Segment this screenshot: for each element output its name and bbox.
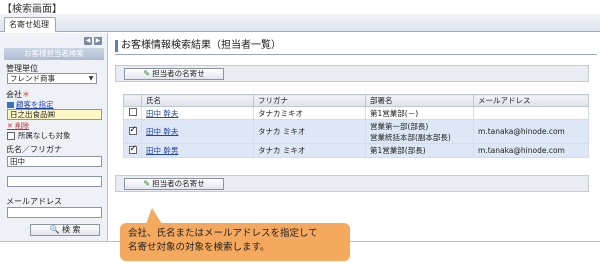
mgmt-unit-value: フレンド商事 <box>10 74 55 83</box>
search-icon: 🔍 <box>49 225 62 234</box>
sidebar-controls: ◀ ▶ <box>84 37 102 45</box>
row-name-cell: 田中 幹夫 <box>141 106 254 120</box>
row-email <box>473 106 589 120</box>
chevron-down-icon: ▼ <box>88 75 94 82</box>
row-checkbox-cell <box>123 119 142 144</box>
row-kana: タナカミキオ <box>253 106 366 120</box>
table-row: 田中 幹男 タナカ ミキオ 第1営業部(部長) m.tanaka@hinode.… <box>123 143 589 158</box>
row-name-link[interactable]: 田中 幹男 <box>146 146 178 155</box>
row-name-link[interactable]: 田中 幹夫 <box>146 127 178 136</box>
collapse-left-icon[interactable]: ◀ <box>84 37 92 45</box>
assign-merge-label-bottom: 担当者の名寄せ <box>152 179 205 188</box>
row-name-cell: 田中 幹男 <box>141 143 254 158</box>
row-kana: タナカ ミキオ <box>253 143 366 158</box>
row-dept: 第1営業部(－) <box>365 106 474 120</box>
assign-merge-button-top[interactable]: ✎ 担当者の名寄せ <box>124 68 224 80</box>
no-affiliation-label: 所属なしも対象 <box>18 131 71 140</box>
page-caption: 【検索画面】 <box>2 4 62 15</box>
header-name: 氏名 <box>141 94 254 107</box>
bottom-action-bar: ✎ 担当者の名寄せ <box>115 175 589 192</box>
row-dept-secondary: 営業統括本部(副本部長) <box>370 132 451 142</box>
table-row: 田中 幹夫 タナカ ミキオ 営業第一部(部長) 営業統括本部(副本部長) m.t… <box>123 119 589 144</box>
annotation-callout: 会社、氏名またはメールアドレスを指定して 名寄せ対象の対象を検索します。 <box>120 223 350 261</box>
search-sidebar: ◀ ▶ お客様担当者検索 管理単位 フレンド商事 ▼ 会社＊ 顧客を指定 日之出… <box>0 33 108 241</box>
main-panel: お客様情報検索結果（担当者一覧） ✎ 担当者の名寄せ 氏名 フリガナ 部署名 メー… <box>113 33 598 241</box>
pencil-icon: ✎ <box>143 69 151 78</box>
table-row: 田中 幹夫 タナカミキオ 第1営業部(－) <box>123 106 589 120</box>
search-button[interactable]: 🔍 検 索 <box>30 224 100 236</box>
tab-merge-processing[interactable]: 名寄せ処理 <box>4 17 56 32</box>
name-field[interactable]: 田中 <box>7 156 102 167</box>
callout-line-2: 名寄せ対象の対象を検索します。 <box>128 242 270 253</box>
header-checkbox-col <box>123 94 142 107</box>
email-label: メールアドレス <box>6 197 62 206</box>
delete-link-text: 削除 <box>15 122 30 130</box>
row-dept: 営業第一部(部長) <box>370 121 429 131</box>
results-table: 氏名 フリガナ 部署名 メールアドレス 田中 幹夫 タナカミキオ 第1営業部(－… <box>123 94 589 158</box>
expand-right-icon[interactable]: ▶ <box>94 37 102 45</box>
header-email: メールアドレス <box>473 94 589 107</box>
row-email: m.tanaka@hinode.com <box>473 119 589 144</box>
search-button-label: 検 索 <box>61 225 81 234</box>
name-label: 氏名／フリガナ <box>6 145 62 154</box>
row-dept-cell: 営業第一部(部長) 営業統括本部(副本部長) <box>365 119 474 144</box>
assign-merge-label-top: 担当者の名寄せ <box>152 69 205 78</box>
top-action-bar: ✎ 担当者の名寄せ <box>115 65 589 82</box>
customer-icon <box>7 102 14 108</box>
row-checkbox-cell <box>123 143 142 158</box>
email-field[interactable] <box>7 207 102 218</box>
tab-bar: 名寄せ処理 <box>0 14 600 32</box>
no-affiliation-checkbox-wrap[interactable]: 所属なしも対象 <box>7 130 71 141</box>
pencil-icon: ✎ <box>143 179 151 188</box>
row-checkbox-cell <box>123 106 142 120</box>
page-title: お客様情報検索結果（担当者一覧） <box>115 39 597 55</box>
table-header-row: 氏名 フリガナ 部署名 メールアドレス <box>123 94 589 107</box>
row-dept: 第1営業部(部長) <box>365 143 474 158</box>
delete-icon: ✕ <box>7 122 16 130</box>
row-name-cell: 田中 幹夫 <box>141 119 254 144</box>
row-kana: タナカ ミキオ <box>253 119 366 144</box>
row-name-link[interactable]: 田中 幹夫 <box>146 109 178 118</box>
name-kana-field[interactable] <box>7 176 102 187</box>
sidebar-title: お客様担当者検索 <box>4 48 104 60</box>
mgmt-unit-select[interactable]: フレンド商事 ▼ <box>7 73 97 84</box>
required-mark: ＊ <box>22 90 30 99</box>
row-checkbox[interactable] <box>128 125 137 135</box>
row-checkbox[interactable] <box>128 144 137 154</box>
company-label: 会社 <box>6 90 22 99</box>
header-dept: 部署名 <box>365 94 474 107</box>
row-email: m.tanaka@hinode.com <box>473 143 589 158</box>
callout-line-1: 会社、氏名またはメールアドレスを指定して <box>128 228 318 239</box>
header-kana: フリガナ <box>253 94 366 107</box>
company-field[interactable]: 日之出食品㈱ <box>7 109 102 120</box>
customer-link-text: 顧客を指定 <box>16 100 54 109</box>
no-affiliation-checkbox[interactable] <box>7 131 15 140</box>
assign-merge-button-bottom[interactable]: ✎ 担当者の名寄せ <box>124 178 224 190</box>
callout-pointer <box>146 208 162 224</box>
row-checkbox[interactable] <box>128 108 137 116</box>
